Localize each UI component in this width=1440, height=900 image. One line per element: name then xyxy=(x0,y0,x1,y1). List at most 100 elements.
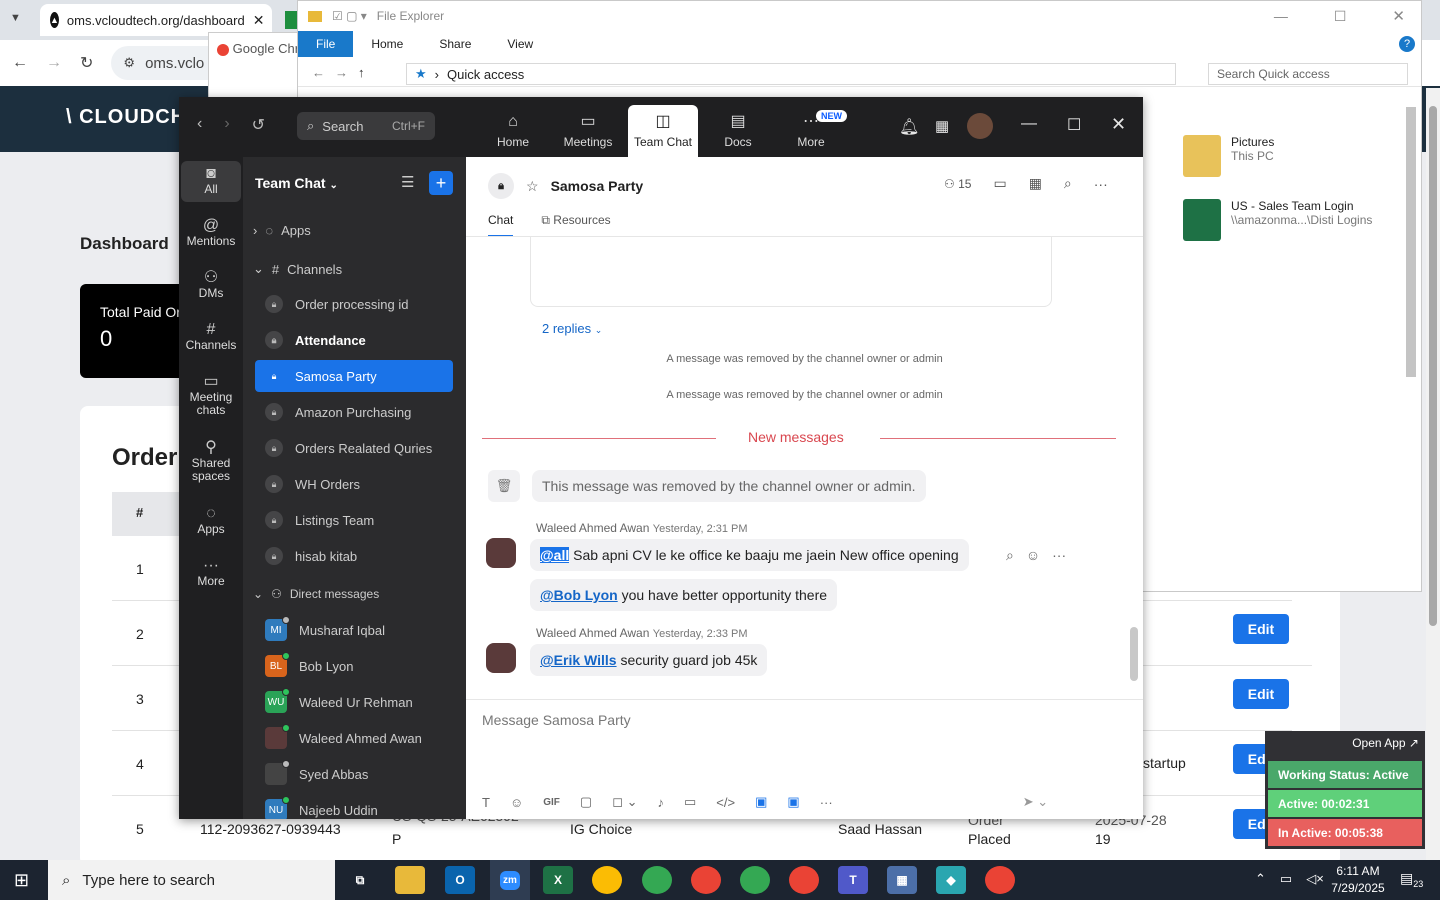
calculator-app-icon[interactable]: ▦ xyxy=(887,866,917,894)
app-icon[interactable]: ▣ xyxy=(787,794,799,810)
profile-avatar[interactable] xyxy=(967,113,993,139)
sender-name[interactable]: Waleed Ahmed Awan xyxy=(536,521,649,535)
mention[interactable]: @Bob Lyon xyxy=(540,587,618,603)
more-icon[interactable]: ··· xyxy=(1052,547,1066,564)
rail-meeting-chats[interactable]: ▭ Meeting chats xyxy=(181,374,241,417)
back-icon[interactable]: ‹ xyxy=(197,115,202,135)
site-info-icon[interactable]: ⚙ xyxy=(123,55,135,71)
forward-icon[interactable]: → xyxy=(335,65,348,80)
task-view-icon[interactable]: ⧉ xyxy=(345,866,375,894)
history-icon[interactable]: ↺ xyxy=(252,115,265,135)
maximize-icon[interactable]: ☐ xyxy=(1067,115,1081,135)
scrollbar-thumb[interactable] xyxy=(1429,106,1437,626)
message-composer[interactable]: Message Samosa Party T ☺ GIF ▢ ◻ ⌄ ♪ ▭ <… xyxy=(466,699,1143,819)
rail-apps[interactable]: ◌ Apps xyxy=(181,506,241,536)
emoji-icon[interactable]: ☺ xyxy=(1026,547,1040,564)
more-icon[interactable]: ··· xyxy=(1094,176,1108,192)
channel-title[interactable]: Samosa Party xyxy=(551,178,644,194)
chrome-app-icon[interactable] xyxy=(592,866,622,894)
avatar[interactable] xyxy=(486,538,516,568)
rail-more[interactable]: ··· More xyxy=(181,558,241,588)
zoom-app-icon[interactable]: zm xyxy=(490,860,530,900)
up-icon[interactable]: ↑ xyxy=(358,65,365,80)
replies-link[interactable]: 2 replies ⌄ xyxy=(542,321,602,336)
taskbar-clock[interactable]: 6:11 AM 7/29/2025 xyxy=(1318,863,1398,897)
video-message-icon[interactable]: ▭ xyxy=(684,794,696,810)
bell-icon[interactable]: 🔔︎ xyxy=(899,117,919,137)
dm-item[interactable]: Syed Abbas xyxy=(255,758,453,790)
close-icon[interactable]: ✕ xyxy=(1392,7,1405,25)
zoom-search-input[interactable]: ⌕ Search Ctrl+F xyxy=(297,112,435,140)
channels-section[interactable]: ⌄ # Channels xyxy=(253,261,342,277)
reload-icon[interactable]: ↻ xyxy=(80,53,93,73)
chrome-profile-icon[interactable] xyxy=(740,866,770,894)
message-bubble[interactable]: @all Sab apni CV le ke office ke baaju m… xyxy=(530,539,969,571)
dm-item[interactable]: WU Waleed Ur Rehman xyxy=(255,686,453,718)
forward-icon[interactable]: › xyxy=(224,115,229,135)
new-chat-button[interactable]: + xyxy=(429,171,453,195)
tab-team-chat[interactable]: ◫ Team Chat xyxy=(628,105,698,157)
reply-icon[interactable]: ⌕ xyxy=(1006,547,1014,564)
emoji-icon[interactable]: ☺ xyxy=(510,795,523,810)
help-icon[interactable]: ? xyxy=(1399,36,1415,52)
open-app-link[interactable]: Open App ↗ xyxy=(1352,736,1419,750)
tab-resources[interactable]: ⧉ Resources xyxy=(541,213,610,237)
ribbon-tab-view[interactable]: View xyxy=(489,31,551,57)
rail-dms[interactable]: ⚇ DMs xyxy=(181,270,241,300)
back-icon[interactable]: ← xyxy=(12,54,28,72)
format-icon[interactable]: T xyxy=(482,795,490,810)
system-tray[interactable]: ⌃ ▭ ◁× xyxy=(1255,871,1324,887)
minimize-icon[interactable]: — xyxy=(1021,115,1037,133)
app-icon[interactable]: ◆ xyxy=(936,866,966,894)
close-tab-icon[interactable]: ✕ xyxy=(253,12,265,29)
chrome-profile-icon[interactable] xyxy=(789,866,819,894)
dm-item[interactable]: BL Bob Lyon xyxy=(255,650,453,682)
page-scrollbar[interactable] xyxy=(1426,88,1440,860)
explorer-search-input[interactable]: Search Quick access xyxy=(1208,63,1408,85)
quick-access-item[interactable]: Pictures This PC xyxy=(1183,135,1274,177)
avatar[interactable] xyxy=(486,643,516,673)
chat-scrollbar[interactable] xyxy=(1130,627,1138,681)
taskbar-search[interactable]: ⌕ Type here to search xyxy=(48,860,335,900)
tab-meetings[interactable]: ▭ Meetings xyxy=(553,105,623,157)
more-icon[interactable]: ··· xyxy=(820,795,833,810)
network-icon[interactable]: ▭ xyxy=(1280,871,1292,887)
explorer-path-bar[interactable]: ★ › Quick access xyxy=(406,63,1176,85)
dm-item[interactable]: Waleed Ahmed Awan xyxy=(255,722,453,754)
quick-access-toolbar-icon[interactable]: ☑ ▢ ▾ xyxy=(332,9,367,23)
notification-icon[interactable]: ▤23 xyxy=(1400,870,1423,889)
members-button[interactable]: ⚇ 15 xyxy=(944,177,971,191)
file-icon[interactable]: ▢ xyxy=(580,794,592,810)
dm-section[interactable]: ⌄ ⚇ Direct messages xyxy=(253,587,379,601)
tab-chat[interactable]: Chat xyxy=(488,213,514,237)
sender-name[interactable]: Waleed Ahmed Awan xyxy=(536,626,649,640)
chrome-profile-icon[interactable] xyxy=(691,866,721,894)
tab-home[interactable]: ⌂ Home xyxy=(478,105,548,157)
close-icon[interactable]: ✕ xyxy=(1111,114,1126,135)
channel-item[interactable]: 🔒︎ WH Orders xyxy=(255,468,453,500)
quick-access-item[interactable]: US - Sales Team Login \\amazonma...\Disti… xyxy=(1183,199,1372,241)
scrollbar-thumb[interactable] xyxy=(1406,107,1416,377)
sidebar-title[interactable]: Team Chat ⌄ xyxy=(255,175,338,191)
tab-more[interactable]: ⋯ More NEW xyxy=(776,105,847,157)
tab-docs[interactable]: ▤ Docs xyxy=(703,105,773,157)
calendar-icon[interactable]: ▦ xyxy=(1029,175,1042,192)
screenshot-icon[interactable]: ◻ ⌄ xyxy=(612,794,637,810)
channel-item-selected[interactable]: 🔒︎ Samosa Party xyxy=(255,360,453,392)
code-icon[interactable]: </> xyxy=(716,795,735,810)
windows-start-icon[interactable]: ⊞ xyxy=(14,870,29,891)
edit-button[interactable]: Edit xyxy=(1233,679,1289,709)
star-icon[interactable]: ☆ xyxy=(526,178,539,195)
ribbon-tab-file[interactable]: File xyxy=(298,31,354,57)
tab-list-icon[interactable]: ▼ xyxy=(10,12,21,24)
excel-app-icon[interactable]: X xyxy=(543,866,573,894)
gif-icon[interactable]: GIF xyxy=(543,797,560,808)
chrome-profile-icon[interactable] xyxy=(642,866,672,894)
audio-icon[interactable]: ♪ xyxy=(658,795,665,810)
forward-icon[interactable]: → xyxy=(46,54,62,72)
file-explorer-app-icon[interactable] xyxy=(395,866,425,894)
channel-item[interactable]: 🔒︎ Order processing id xyxy=(255,288,453,320)
rail-mentions[interactable]: @ Mentions xyxy=(181,218,241,248)
rail-channels[interactable]: # Channels xyxy=(181,322,241,352)
send-icon[interactable]: ➤ ⌄ xyxy=(1023,794,1048,810)
